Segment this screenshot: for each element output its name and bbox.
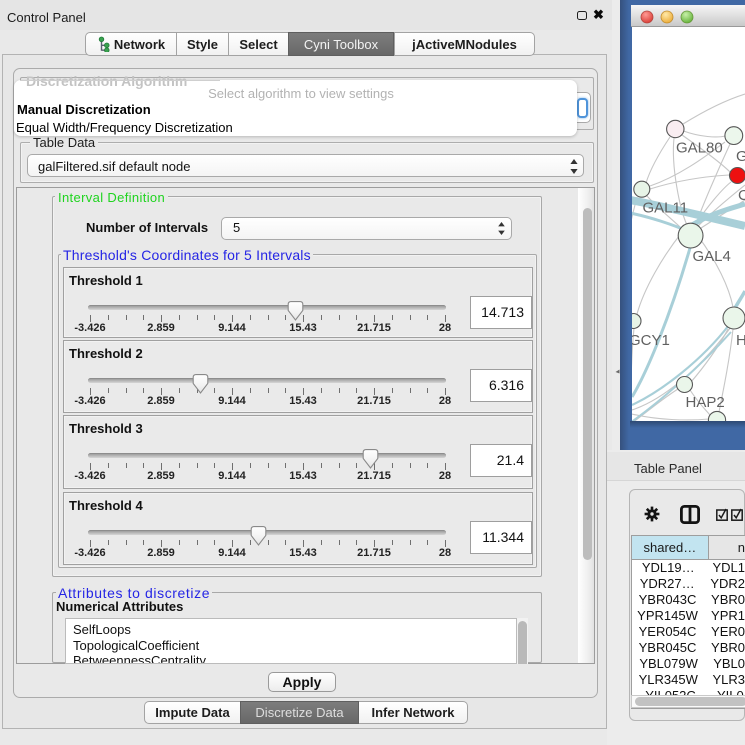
svg-text:GCY1: GCY1 [632,332,670,349]
svg-text:H: H [736,332,745,349]
svg-text:GAL11: GAL11 [643,200,689,217]
svg-text:GAL80: GAL80 [676,140,723,157]
svg-text:G.: G. [736,148,745,165]
svg-text:GAL4: GAL4 [693,248,731,265]
svg-text:HAP2: HAP2 [686,394,725,411]
svg-text:C: C [738,187,745,204]
